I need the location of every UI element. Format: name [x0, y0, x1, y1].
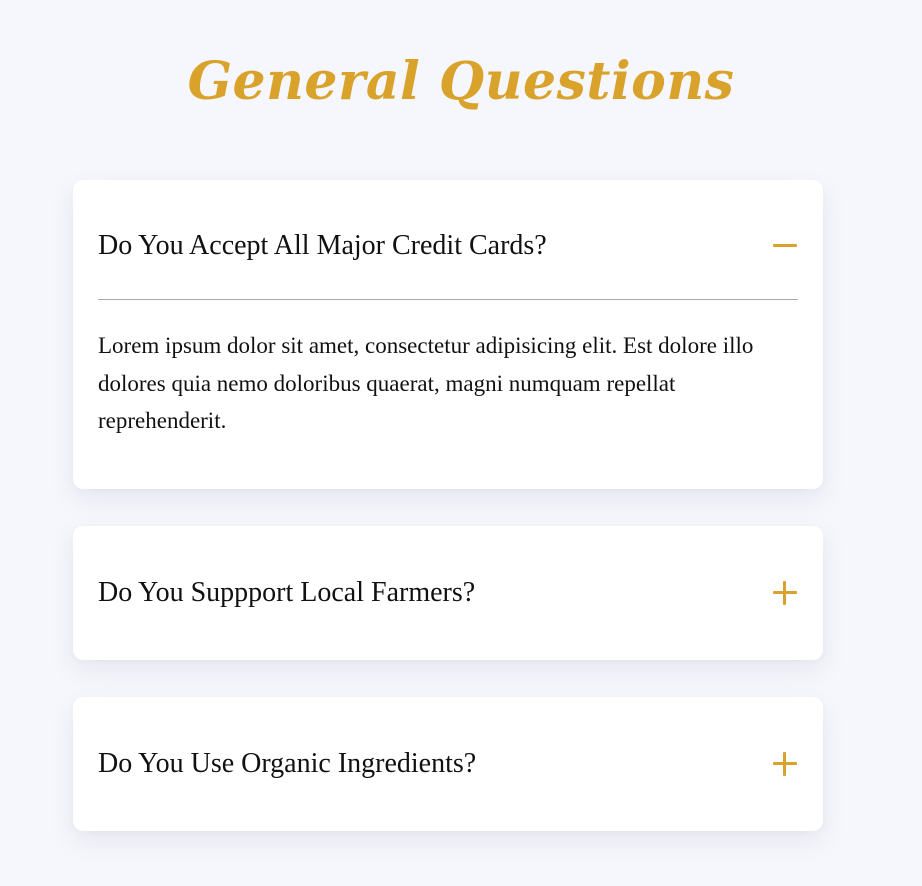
plus-icon[interactable] [772, 751, 798, 777]
faq-item-local-farmers: Do You Suppport Local Farmers? [73, 526, 823, 660]
faq-answer-text: Lorem ipsum dolor sit amet, consectetur … [98, 333, 754, 433]
plus-icon[interactable] [772, 580, 798, 606]
faq-question-text: Do You Accept All Major Credit Cards? [98, 230, 547, 261]
faq-item-organic-ingredients: Do You Use Organic Ingredients? [73, 697, 823, 831]
minus-icon[interactable] [772, 233, 798, 259]
faq-question-header[interactable]: Do You Use Organic Ingredients? [98, 697, 798, 831]
faq-divider [98, 299, 798, 300]
page-title: General Questions [187, 51, 735, 112]
faq-question-text: Do You Suppport Local Farmers? [98, 577, 476, 608]
faq-question-header[interactable]: Do You Suppport Local Farmers? [98, 526, 798, 660]
faq-item-credit-cards: Do You Accept All Major Credit Cards? Lo… [73, 180, 823, 489]
faq-question-header[interactable]: Do You Accept All Major Credit Cards? [98, 180, 798, 312]
faq-question-text: Do You Use Organic Ingredients? [98, 748, 477, 779]
